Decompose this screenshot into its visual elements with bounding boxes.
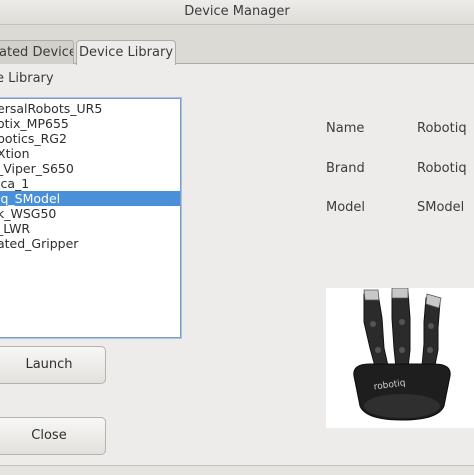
window-title: Device Manager — [184, 4, 290, 19]
list-item[interactable]: ersalRobots_UR5 — [0, 101, 180, 116]
list-item[interactable]: _LWR — [0, 221, 180, 236]
title-bar: Device Manager — [0, 0, 474, 25]
brand-value: Robotiq — [417, 161, 467, 176]
device-image: robotiq — [326, 288, 474, 428]
robotic-gripper-icon: robotiq — [353, 288, 451, 421]
list-item-selected[interactable]: iq_SModel — [0, 191, 180, 206]
list-item[interactable]: botics_RG2 — [0, 131, 180, 146]
tab-bar: ated Devices Device Library — [0, 40, 474, 65]
close-button[interactable]: Close — [0, 417, 106, 455]
list-item[interactable]: k_WSG50 — [0, 206, 180, 221]
name-value: Robotiq — [417, 121, 467, 136]
device-library-heading: e Library — [0, 71, 54, 86]
model-value: SModel — [417, 200, 465, 215]
tab-device-library[interactable]: Device Library — [76, 40, 176, 65]
list-item[interactable]: otix_MP655 — [0, 116, 180, 131]
tab-connected-devices[interactable]: ated Devices — [0, 40, 74, 64]
brand-label: Brand — [326, 161, 365, 176]
list-item[interactable]: ica_1 — [0, 176, 180, 191]
model-label: Model — [326, 200, 366, 215]
name-label: Name — [326, 121, 365, 136]
list-item[interactable]: Xtion — [0, 146, 180, 161]
launch-button[interactable]: Launch — [0, 346, 106, 384]
device-list[interactable]: ersalRobots_UR5 otix_MP655 botics_RG2 Xt… — [0, 98, 181, 338]
list-item[interactable]: ated_Gripper — [0, 236, 180, 251]
list-item[interactable]: _Viper_S650 — [0, 161, 180, 176]
